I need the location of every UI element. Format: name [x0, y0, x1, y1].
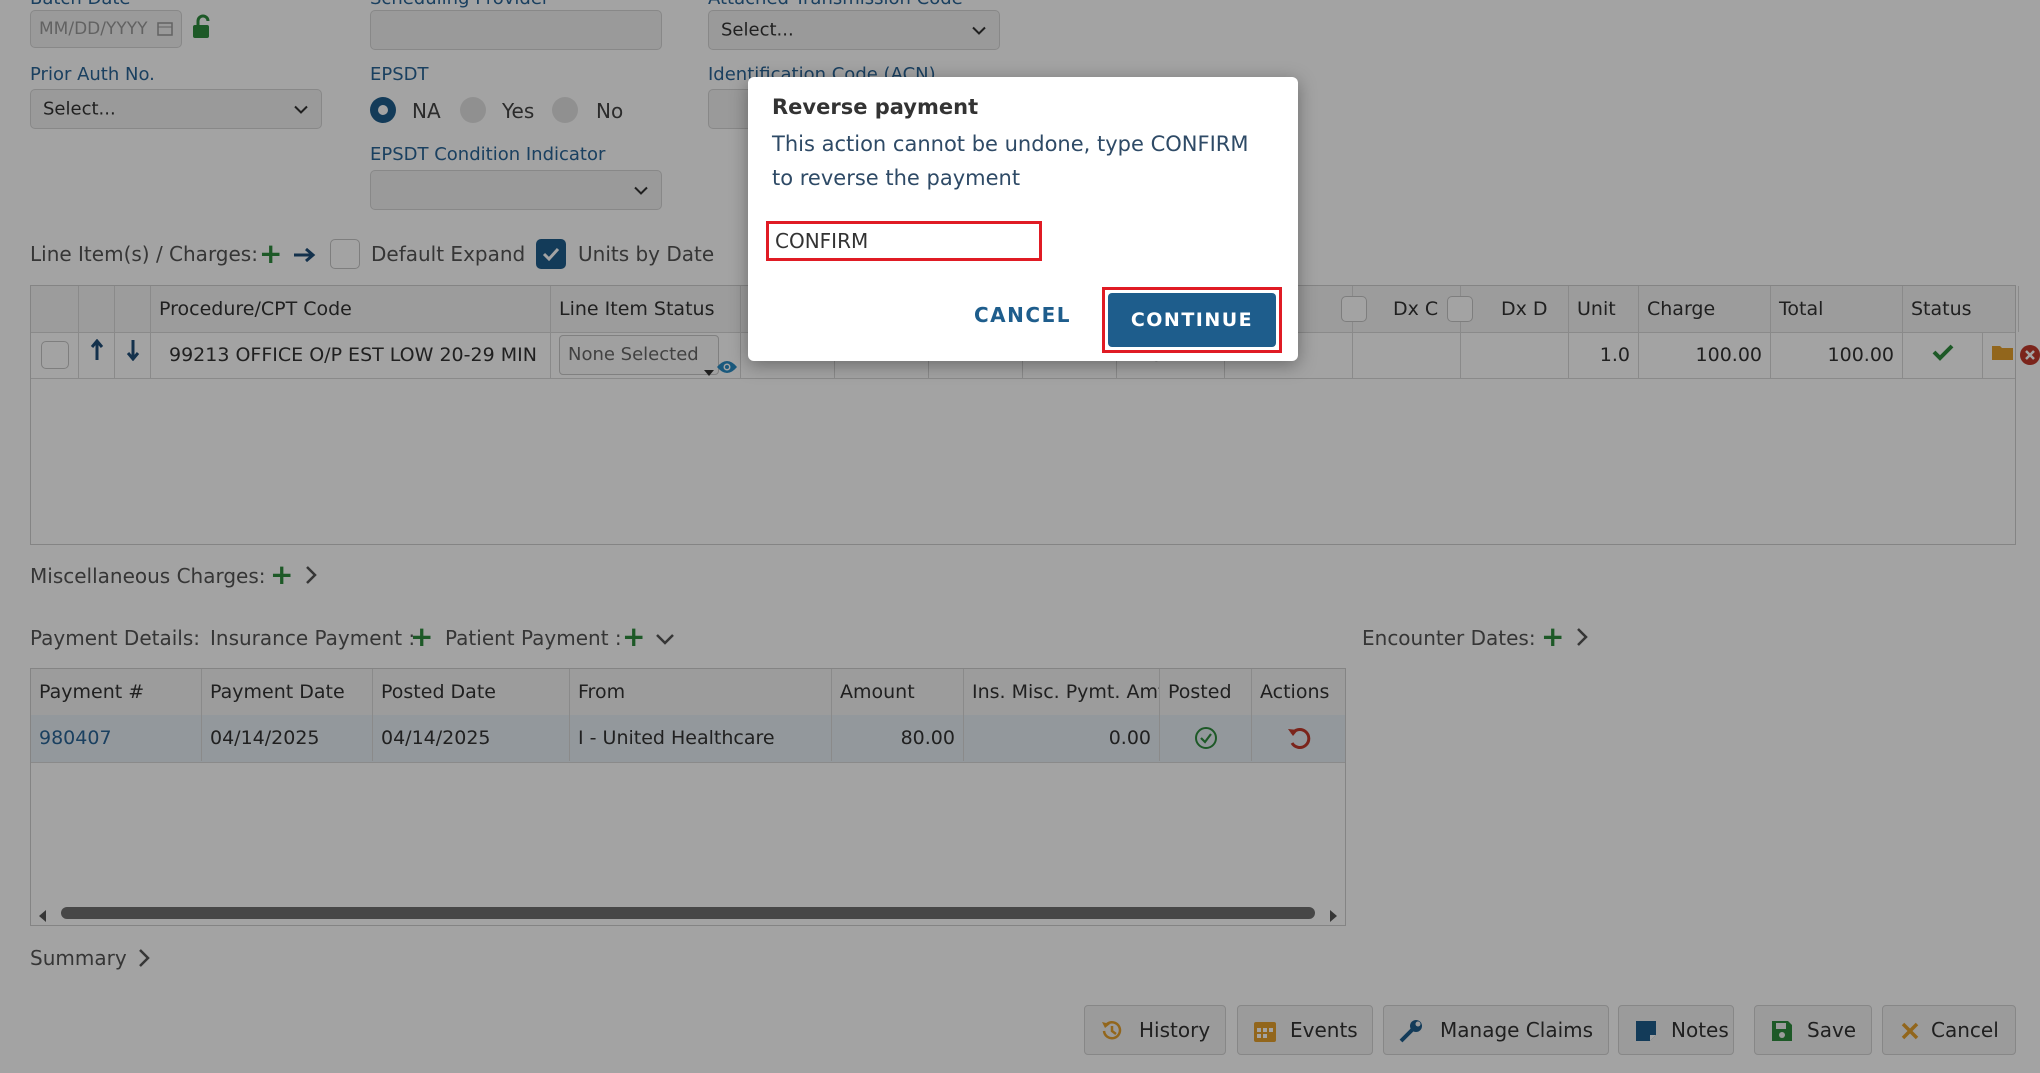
dialog-message: This action cannot be undone, type CONFI…: [772, 132, 1249, 190]
confirm-input[interactable]: [769, 224, 1039, 258]
confirm-input-highlight: [766, 221, 1042, 261]
continue-button-highlight: CONTINUE: [1102, 287, 1282, 353]
reverse-payment-dialog: Reverse payment This action cannot be un…: [748, 77, 1298, 361]
dialog-continue-button[interactable]: CONTINUE: [1108, 293, 1276, 347]
dialog-cancel-button[interactable]: CANCEL: [974, 303, 1071, 327]
dialog-title: Reverse payment: [772, 95, 979, 119]
